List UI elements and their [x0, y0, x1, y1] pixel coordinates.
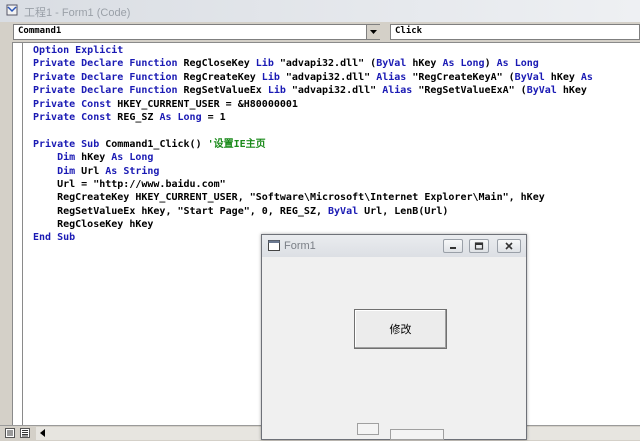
form1-titlebar[interactable]: Form1 [262, 235, 526, 257]
code-keyword: Private Declare Function [33, 71, 178, 83]
code-token: RegSetValueEx [177, 85, 268, 97]
procedure-combo[interactable]: Click [390, 24, 640, 40]
code-keyword: ByVal [376, 58, 407, 70]
code-keyword: As String [105, 165, 160, 177]
code-keyword: As [580, 71, 593, 83]
object-combo[interactable]: Command1 [13, 24, 380, 40]
procedure-view-icon[interactable] [5, 428, 15, 438]
code-window-titlebar[interactable]: 工程1 - Form1 (Code) [0, 0, 640, 23]
code-token: ) [484, 58, 497, 70]
code-line[interactable]: Private Const REG_SZ As Long = 1 [33, 111, 633, 124]
code-keyword: Option Explicit [33, 45, 124, 56]
code-keyword: Dim [57, 165, 76, 177]
full-module-view-icon[interactable] [20, 428, 30, 438]
maximize-button[interactable] [469, 239, 489, 253]
code-keyword: Alias [376, 71, 407, 83]
code-line[interactable]: Private Declare Function RegSetValueEx L… [33, 84, 633, 97]
code-line[interactable]: Private Const HKEY_CURRENT_USER = &H8000… [33, 98, 633, 111]
code-token: REG_SZ [111, 111, 160, 123]
code-token: hKey [406, 58, 443, 70]
code-margin [0, 42, 12, 425]
close-button[interactable] [497, 239, 521, 253]
code-keyword: End Sub [33, 232, 76, 244]
code-token: RegCloseKey [177, 58, 256, 70]
code-line[interactable]: RegSetValueEx hKey, "Start Page", 0, REG… [33, 205, 633, 218]
code-token: RegSetValueEx hKey, "Start Page", 0, REG… [33, 205, 329, 217]
code-token: "advapi32.dll" ( [273, 58, 377, 70]
code-keyword: As Long [496, 58, 539, 70]
code-keyword: As Long [159, 111, 202, 123]
code-token: RegCreateKey [177, 71, 262, 83]
procedure-combo-value: Click [395, 26, 423, 36]
code-text-area[interactable]: Option Explicit Private Declare Function … [33, 44, 633, 245]
close-icon [505, 242, 513, 250]
code-keyword: ByVal [328, 205, 359, 217]
code-token: Url, LenB(Url) [358, 205, 449, 217]
code-line[interactable]: Private Declare Function RegCreateKey Li… [33, 71, 633, 84]
code-keyword: Private Declare Function [33, 85, 178, 97]
code-token: hKey [556, 85, 587, 97]
code-token: "RegCreateKeyA" ( [406, 71, 515, 83]
maximize-icon [474, 242, 484, 250]
code-token: RegCloseKey hKey [33, 219, 154, 231]
redraw-fragment [390, 429, 444, 440]
code-keyword: Private Sub [33, 138, 100, 150]
code-keyword: Lib [255, 58, 274, 70]
code-keyword: Private Const [33, 98, 112, 110]
vb-project-icon [6, 4, 18, 16]
code-line[interactable]: Option Explicit [33, 44, 633, 57]
code-line[interactable]: Private Sub Command1_Click() '设置IE主页 [33, 138, 633, 151]
object-combo-value: Command1 [18, 26, 62, 36]
code-keyword: Lib [267, 85, 286, 97]
code-keyword: Alias [382, 85, 413, 97]
code-line[interactable]: Private Declare Function RegCloseKey Lib… [33, 57, 633, 70]
scroll-left-arrow-icon[interactable] [38, 428, 48, 438]
code-keyword: As Long [111, 152, 154, 164]
code-window-toolbar: Command1 Click [0, 22, 640, 42]
form1-client-area: 修改 [265, 257, 523, 439]
code-token: "RegSetValueExA" ( [412, 85, 527, 97]
object-combo-dropdown-button[interactable] [366, 25, 380, 39]
code-keyword: As Long [442, 58, 485, 70]
code-keyword: Lib [261, 71, 280, 83]
code-line[interactable]: RegCreateKey HKEY_CURRENT_USER, "Softwar… [33, 191, 633, 204]
redraw-fragment [357, 423, 379, 435]
code-token: HKEY_CURRENT_USER = &H80000001 [111, 98, 298, 110]
code-line[interactable] [33, 124, 633, 137]
form1-title: Form1 [284, 240, 316, 252]
form1-window: Form1 修改 [261, 234, 527, 440]
code-line[interactable]: Url = "http://www.baidu.com" [33, 178, 633, 191]
code-token: "advapi32.dll" [285, 85, 383, 97]
code-keyword: Private Const [33, 111, 112, 123]
code-token: hKey [544, 71, 581, 83]
code-token: "advapi32.dll" [279, 71, 377, 83]
code-line[interactable]: RegCloseKey hKey [33, 218, 633, 231]
code-line[interactable]: Dim Url As String [33, 165, 633, 178]
code-keyword: ByVal [526, 85, 557, 97]
code-token: = 1 [201, 111, 226, 123]
code-keyword: Private Declare Function [33, 58, 178, 70]
code-keyword: ByVal [514, 71, 545, 83]
code-token: Url = "http://www.baidu.com" [33, 178, 226, 190]
chevron-down-icon [370, 30, 377, 34]
code-token: Url [75, 165, 106, 177]
form-window-icon [268, 240, 280, 251]
code-line[interactable]: Dim hKey As Long [33, 151, 633, 164]
code-comment: '设置IE主页 [207, 138, 266, 150]
margin-indicator-line [22, 42, 23, 425]
minimize-icon [450, 247, 456, 249]
code-window-title: 工程1 - Form1 (Code) [24, 7, 131, 19]
modify-button[interactable]: 修改 [354, 309, 447, 349]
code-token: hKey [75, 152, 112, 164]
code-token: Command1_Click() [99, 138, 208, 150]
minimize-button[interactable] [443, 239, 463, 253]
code-token: RegCreateKey HKEY_CURRENT_USER, "Softwar… [33, 192, 545, 204]
code-keyword: Dim [57, 152, 76, 164]
